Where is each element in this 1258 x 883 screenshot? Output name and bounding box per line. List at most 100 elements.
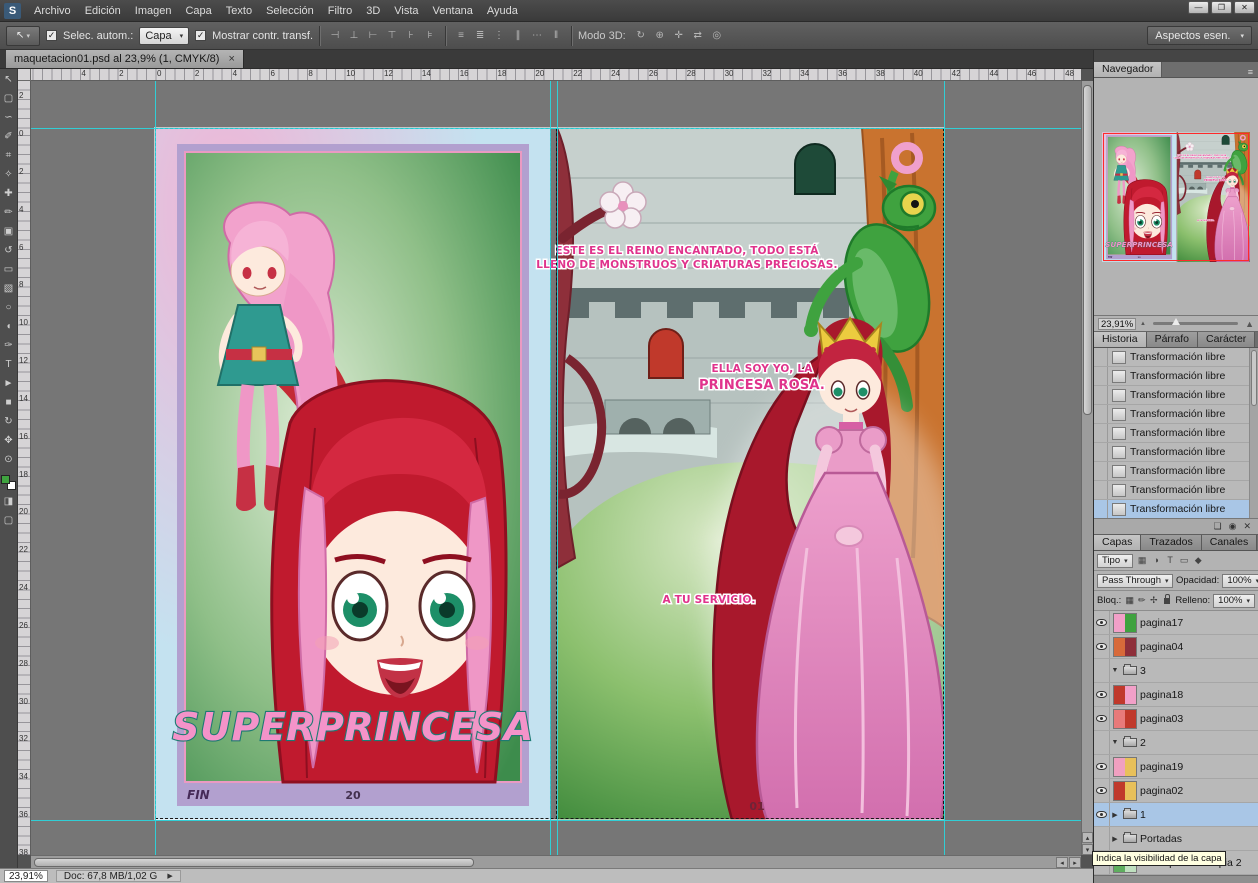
show-transform-checkbox[interactable]: ✓ — [195, 30, 206, 41]
menu-edicion[interactable]: Edición — [78, 2, 128, 20]
visibility-toggle[interactable] — [1094, 611, 1110, 634]
history-entry[interactable]: Transformación libre — [1094, 386, 1258, 405]
path-select-tool[interactable]: ► — [1, 375, 17, 394]
type-tool[interactable]: T — [1, 356, 17, 375]
gradient-tool[interactable]: ▧ — [1, 280, 17, 299]
color-swatches[interactable] — [1, 475, 16, 490]
visibility-toggle[interactable] — [1094, 635, 1110, 658]
visibility-toggle[interactable] — [1094, 659, 1110, 682]
tab-caracter[interactable]: Carácter — [1198, 332, 1255, 347]
layer-filter-icon[interactable]: ▦ — [1136, 555, 1149, 566]
blend-mode-dropdown[interactable]: Pass Through ▾ — [1097, 574, 1173, 588]
mode3d-icon[interactable]: ⊕ — [651, 28, 669, 44]
history-brush-tool[interactable]: ↺ — [1, 242, 17, 261]
close-button[interactable]: ✕ — [1234, 1, 1255, 14]
mode3d-icon[interactable]: ⇄ — [689, 28, 707, 44]
opacity-field[interactable]: 100% ▾ — [1222, 574, 1258, 588]
status-doc-info[interactable]: Doc: 67,8 MB/1,02 G ▶ — [56, 870, 181, 882]
visibility-toggle[interactable] — [1094, 779, 1110, 802]
quick-select-tool[interactable]: ✐ — [1, 128, 17, 147]
guide[interactable] — [944, 81, 945, 855]
eyedropper-tool[interactable]: ✧ — [1, 166, 17, 185]
snapshot-icon[interactable]: ◉ — [1229, 521, 1237, 532]
menu-vista[interactable]: Vista — [387, 2, 425, 20]
tab-historia[interactable]: Historia — [1094, 332, 1147, 347]
layer-pagina03[interactable]: pagina03 — [1094, 707, 1258, 731]
hand-tool[interactable]: ✥ — [1, 432, 17, 451]
history-entry[interactable]: Transformación libre — [1094, 348, 1258, 367]
status-menu-arrow-icon[interactable]: ▶ — [167, 871, 172, 882]
history-entry[interactable]: Transformación libre — [1094, 500, 1258, 519]
align-icon[interactable]: ⊧ — [421, 28, 439, 44]
clone-stamp-tool[interactable]: ▣ — [1, 223, 17, 242]
menu-archivo[interactable]: Archivo — [27, 2, 78, 20]
guide[interactable] — [31, 820, 1081, 821]
healing-brush-tool[interactable]: ✚ — [1, 185, 17, 204]
move-tool[interactable]: ↖ — [1, 71, 17, 90]
lock-icon[interactable]: ✏ — [1136, 595, 1147, 606]
panel-menu-icon[interactable]: ≡ — [1243, 67, 1258, 77]
history-entry[interactable]: Transformación libre — [1094, 424, 1258, 443]
zoom-slider-thumb[interactable] — [1172, 318, 1180, 325]
zoom-out-icon[interactable]: ▲ — [1140, 321, 1146, 327]
shape-tool[interactable]: ■ — [1, 394, 17, 413]
layer-group-2[interactable]: ▼2 — [1094, 731, 1258, 755]
visibility-toggle[interactable] — [1094, 707, 1110, 730]
history-scrollbar[interactable] — [1249, 348, 1258, 518]
eraser-tool[interactable]: ▭ — [1, 261, 17, 280]
vertical-scrollbar-thumb[interactable] — [1083, 85, 1092, 415]
align-icon[interactable]: ⊢ — [364, 28, 382, 44]
tool-preset-dropdown[interactable]: ↖ ▾ — [6, 26, 40, 46]
tab-navegador[interactable]: Navegador — [1094, 62, 1162, 77]
tab-parrafo[interactable]: Párrafo — [1147, 332, 1198, 347]
new-document-icon[interactable]: ❏ — [1214, 521, 1222, 532]
menu-filtro[interactable]: Filtro — [321, 2, 359, 20]
layer-pagina02[interactable]: pagina02 — [1094, 779, 1258, 803]
dodge-tool[interactable]: ◖ — [1, 318, 17, 337]
tab-capas[interactable]: Capas — [1094, 535, 1141, 550]
distribute-icon[interactable]: ≡ — [452, 28, 470, 44]
distribute-icon[interactable]: ⋮ — [490, 28, 508, 44]
menu-ayuda[interactable]: Ayuda — [480, 2, 525, 20]
zoom-tool[interactable]: ⊙ — [1, 451, 17, 470]
blur-tool[interactable]: ○ — [1, 299, 17, 318]
horizontal-scrollbar-thumb[interactable] — [34, 858, 474, 867]
minimize-button[interactable]: — — [1188, 1, 1209, 14]
visibility-toggle[interactable] — [1094, 803, 1110, 826]
menu-ventana[interactable]: Ventana — [426, 2, 480, 20]
history-entry[interactable]: Transformación libre — [1094, 443, 1258, 462]
menu-capa[interactable]: Capa — [178, 2, 218, 20]
history-snapshot-slot[interactable] — [1094, 424, 1108, 442]
tab-canales[interactable]: Canales — [1202, 535, 1258, 550]
quick-mask-mode[interactable]: ◨ — [1, 493, 17, 512]
guide[interactable] — [550, 81, 551, 855]
menu-seleccion[interactable]: Selección — [259, 2, 321, 20]
history-snapshot-slot[interactable] — [1094, 348, 1108, 366]
distribute-icon[interactable]: ‖ — [547, 28, 565, 44]
history-entry[interactable]: Transformación libre — [1094, 405, 1258, 424]
ruler-vertical[interactable]: 202468101214161820222426283032343638 — [18, 81, 31, 855]
vertical-scrollbar[interactable]: ▴ ▾ — [1081, 81, 1093, 855]
history-entry[interactable]: Transformación libre — [1094, 462, 1258, 481]
delete-icon[interactable]: ✕ — [1243, 521, 1251, 532]
scroll-right-icon[interactable]: ▸ — [1069, 857, 1081, 868]
mode3d-icon[interactable]: ◎ — [708, 28, 726, 44]
expand-triangle[interactable]: ▼ — [1110, 667, 1120, 674]
mode3d-icon[interactable]: ↻ — [632, 28, 650, 44]
marquee-tool[interactable]: ▢ — [1, 90, 17, 109]
layer-filter-icon[interactable]: T — [1164, 555, 1177, 566]
history-entry[interactable]: Transformación libre — [1094, 367, 1258, 386]
status-zoom-field[interactable]: 23,91% — [4, 870, 48, 882]
lasso-tool[interactable]: ∽ — [1, 109, 17, 128]
align-icon[interactable]: ⊥ — [345, 28, 363, 44]
distribute-icon[interactable]: ≣ — [471, 28, 489, 44]
ruler-horizontal[interactable]: 4202468101214161820222426283032343638404… — [31, 69, 1081, 81]
navigator-proxy-view[interactable] — [1103, 133, 1249, 261]
screen-mode[interactable]: ▢ — [1, 512, 17, 531]
align-icon[interactable]: ⊤ — [383, 28, 401, 44]
distribute-icon[interactable]: ⋯ — [528, 28, 546, 44]
layer-filter-icon[interactable]: ◆ — [1192, 555, 1205, 566]
history-snapshot-slot[interactable] — [1094, 367, 1108, 385]
rotate-view-tool[interactable]: ↻ — [1, 413, 17, 432]
layer-group-1[interactable]: ▶1 — [1094, 803, 1258, 827]
